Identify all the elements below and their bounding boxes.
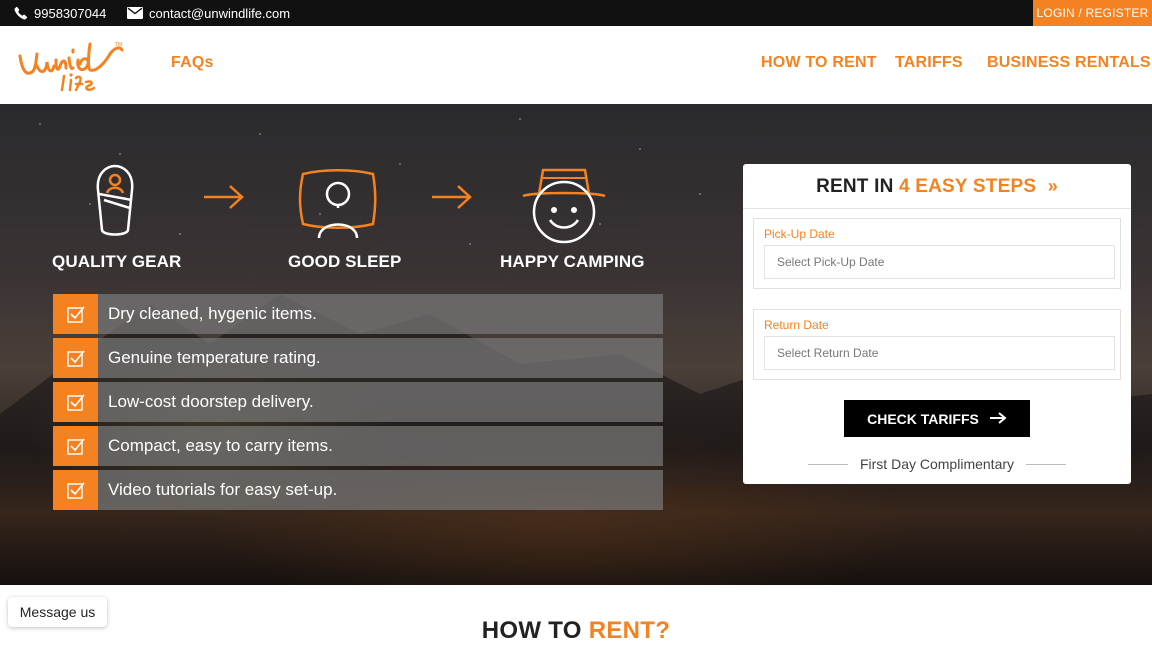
panel-divider	[743, 208, 1131, 209]
feature-happy-camping	[489, 164, 639, 244]
site-logo[interactable]: TM	[16, 36, 126, 96]
smiley-hat-icon	[489, 164, 639, 244]
checkbox-checked-icon	[53, 470, 98, 510]
arrow-right-icon	[204, 185, 244, 209]
checkbox-checked-icon	[53, 382, 98, 422]
benefit-text: Compact, easy to carry items.	[98, 426, 663, 466]
hero-section: QUALITY GEAR GOOD SLEEP HAPPY CAMPING Dr…	[0, 104, 1152, 585]
how-to-rent-prefix: HOW TO	[481, 617, 582, 644]
nav-business-rentals[interactable]: BUSINESS RENTALS	[987, 54, 1151, 72]
nav-tariffs[interactable]: TARIFFS	[895, 54, 963, 72]
email-contact[interactable]: contact@unwindlife.com	[127, 0, 290, 26]
how-to-rent-highlight: RENT?	[588, 617, 671, 644]
rent-title-prefix: RENT IN	[816, 176, 894, 197]
return-date-label: Return Date	[764, 318, 829, 332]
check-tariffs-button[interactable]: CHECK TARIFFS	[844, 400, 1030, 437]
benefit-text: Video tutorials for easy set-up.	[98, 470, 663, 510]
checkbox-checked-icon	[53, 338, 98, 378]
phone-number: 9958307044	[34, 5, 107, 21]
feature-label-happy-camping: HAPPY CAMPING	[500, 252, 645, 271]
phone-contact[interactable]: 9958307044	[14, 0, 106, 26]
rent-title-highlight: 4 EASY STEPS	[898, 176, 1037, 197]
email-address: contact@unwindlife.com	[149, 5, 291, 21]
pickup-date-group: Pick-Up Date	[753, 218, 1121, 289]
first-day-note: First Day Complimentary	[743, 456, 1131, 472]
benefit-item: Compact, easy to carry items.	[53, 426, 663, 466]
benefit-item: Low-cost doorstep delivery.	[53, 382, 663, 422]
divider-line	[807, 463, 848, 465]
phone-icon	[14, 6, 28, 20]
pickup-date-input[interactable]	[764, 245, 1115, 279]
first-day-note-text: First Day Complimentary	[859, 456, 1015, 472]
sleeping-bag-icon	[40, 164, 190, 240]
benefit-text: Dry cleaned, hygenic items.	[98, 294, 663, 334]
double-chevron-right-icon: »	[1047, 176, 1058, 196]
main-navbar: TM FAQs HOW TO RENT TARIFFS BUSINESS REN…	[0, 26, 1152, 104]
feature-label-good-sleep: GOOD SLEEP	[288, 252, 402, 271]
svg-text:TM: TM	[115, 42, 122, 48]
nav-faqs[interactable]: FAQs	[171, 54, 214, 72]
divider-line	[1026, 463, 1067, 465]
benefit-item: Dry cleaned, hygenic items.	[53, 294, 663, 334]
benefit-text: Genuine temperature rating.	[98, 338, 663, 378]
pickup-date-label: Pick-Up Date	[764, 227, 835, 241]
benefits-list: Dry cleaned, hygenic items. Genuine temp…	[53, 294, 663, 514]
benefit-item: Genuine temperature rating.	[53, 338, 663, 378]
benefit-item: Video tutorials for easy set-up.	[53, 470, 663, 510]
feature-quality-gear	[40, 164, 190, 240]
long-arrow-right-icon	[989, 411, 1007, 427]
rent-steps-panel: RENT IN 4 EASY STEPS » Pick-Up Date Retu…	[743, 164, 1131, 484]
pillow-person-icon	[263, 168, 413, 240]
return-date-group: Return Date	[753, 309, 1121, 380]
envelope-icon	[127, 7, 143, 19]
how-to-rent-heading: HOW TO RENT?	[0, 617, 1152, 645]
top-bar: 9958307044 contact@unwindlife.com LOGIN …	[0, 0, 1152, 26]
benefit-text: Low-cost doorstep delivery.	[98, 382, 663, 422]
feature-label-quality-gear: QUALITY GEAR	[52, 252, 182, 271]
return-date-input[interactable]	[764, 336, 1115, 370]
rent-panel-title: RENT IN 4 EASY STEPS »	[743, 176, 1131, 198]
check-tariffs-label: CHECK TARIFFS	[867, 410, 979, 427]
login-register-button[interactable]: LOGIN / REGISTER	[1033, 0, 1152, 26]
feature-good-sleep	[263, 168, 413, 240]
arrow-right-icon	[432, 185, 472, 209]
nav-how-to-rent[interactable]: HOW TO RENT	[761, 54, 877, 72]
checkbox-checked-icon	[53, 426, 98, 466]
checkbox-checked-icon	[53, 294, 98, 334]
